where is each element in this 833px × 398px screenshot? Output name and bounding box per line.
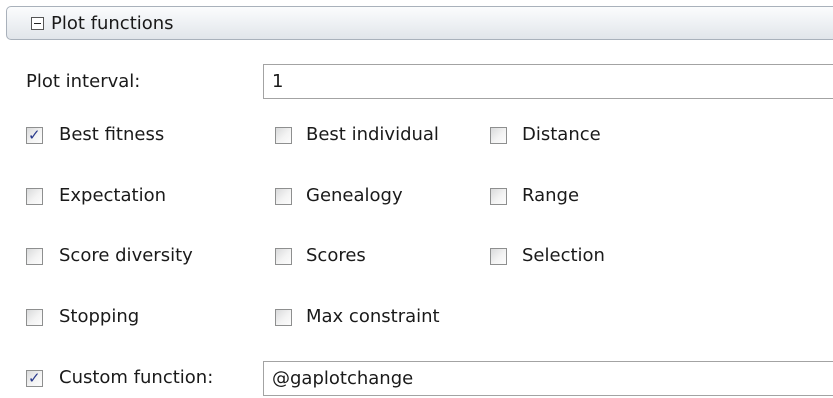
distance-label: Distance xyxy=(522,124,601,145)
selection-checkbox[interactable]: ✓ xyxy=(490,248,507,265)
plot-interval-input[interactable]: 1 xyxy=(263,64,833,99)
range-label: Range xyxy=(522,185,580,206)
expectation-label: Expectation xyxy=(59,185,166,206)
collapse-minus-icon[interactable] xyxy=(31,17,44,30)
custom-function-input[interactable]: @gaplotchange xyxy=(263,361,833,396)
distance-checkbox[interactable]: ✓ xyxy=(490,127,507,144)
max-constraint-checkbox[interactable]: ✓ xyxy=(275,309,292,326)
plot-interval-label: Plot interval: xyxy=(26,71,141,92)
scores-checkbox[interactable]: ✓ xyxy=(275,248,292,265)
checkmark-icon: ✓ xyxy=(28,126,41,144)
best-fitness-label: Best fitness xyxy=(59,124,165,145)
scores-label: Scores xyxy=(306,245,366,266)
expectation-checkbox[interactable]: ✓ xyxy=(26,188,43,205)
genealogy-checkbox[interactable]: ✓ xyxy=(275,188,292,205)
score-diversity-label: Score diversity xyxy=(59,245,193,266)
stopping-checkbox[interactable]: ✓ xyxy=(26,309,43,326)
best-individual-checkbox[interactable]: ✓ xyxy=(275,127,292,144)
stopping-label: Stopping xyxy=(59,306,140,327)
genealogy-label: Genealogy xyxy=(306,185,403,206)
checkmark-icon: ✓ xyxy=(28,369,41,387)
panel-title: Plot functions xyxy=(51,13,174,34)
best-individual-label: Best individual xyxy=(306,124,439,145)
selection-label: Selection xyxy=(522,245,605,266)
best-fitness-checkbox[interactable]: ✓ xyxy=(26,126,43,144)
custom-function-label: Custom function: xyxy=(59,367,214,388)
custom-function-checkbox[interactable]: ✓ xyxy=(26,369,43,387)
range-checkbox[interactable]: ✓ xyxy=(490,188,507,205)
max-constraint-label: Max constraint xyxy=(306,306,440,327)
score-diversity-checkbox[interactable]: ✓ xyxy=(26,248,43,265)
